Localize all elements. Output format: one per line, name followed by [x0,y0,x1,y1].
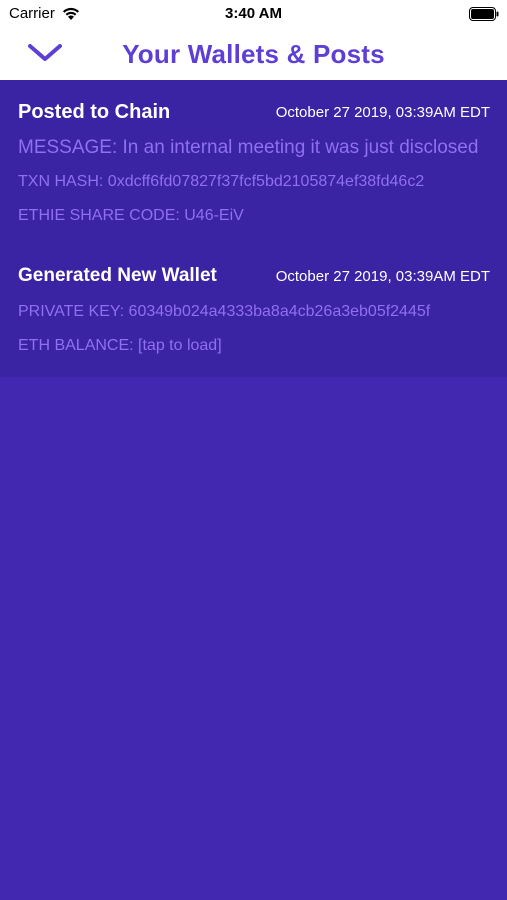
page-title: Your Wallets & Posts [122,39,385,69]
item-title: Generated New Wallet [18,265,217,286]
header: Carrier 3:40 AM Your Wallets & Posts [0,0,507,80]
status-bar: Carrier 3:40 AM [0,0,507,28]
nav-bar: Your Wallets & Posts [0,28,507,80]
item-date: October 27 2019, 03:39AM EDT [275,268,490,285]
list-item-posted-to-chain[interactable]: Posted to Chain October 27 2019, 03:39AM… [0,80,507,244]
item-share-code: ETHIE SHARE CODE: U46-EiV [18,207,244,224]
item-date: October 27 2019, 03:39AM EDT [275,104,490,121]
battery-icon [469,7,499,21]
list-item-generated-wallet[interactable]: Generated New Wallet October 27 2019, 03… [0,244,507,377]
clock-label: 3:40 AM [225,5,282,22]
wallet-post-list: Posted to Chain October 27 2019, 03:39AM… [0,80,507,377]
item-txn-hash: TXN HASH: 0xdcff6fd07827f37fcf5bd2105874… [18,173,425,190]
item-eth-balance[interactable]: ETH BALANCE: [tap to load] [18,337,490,355]
item-private-key: PRIVATE KEY: 60349b024a4333ba8a4cb26a3eb… [18,303,431,320]
item-title: Posted to Chain [18,101,171,123]
item-message: MESSAGE: In an internal meeting it was j… [18,137,479,158]
